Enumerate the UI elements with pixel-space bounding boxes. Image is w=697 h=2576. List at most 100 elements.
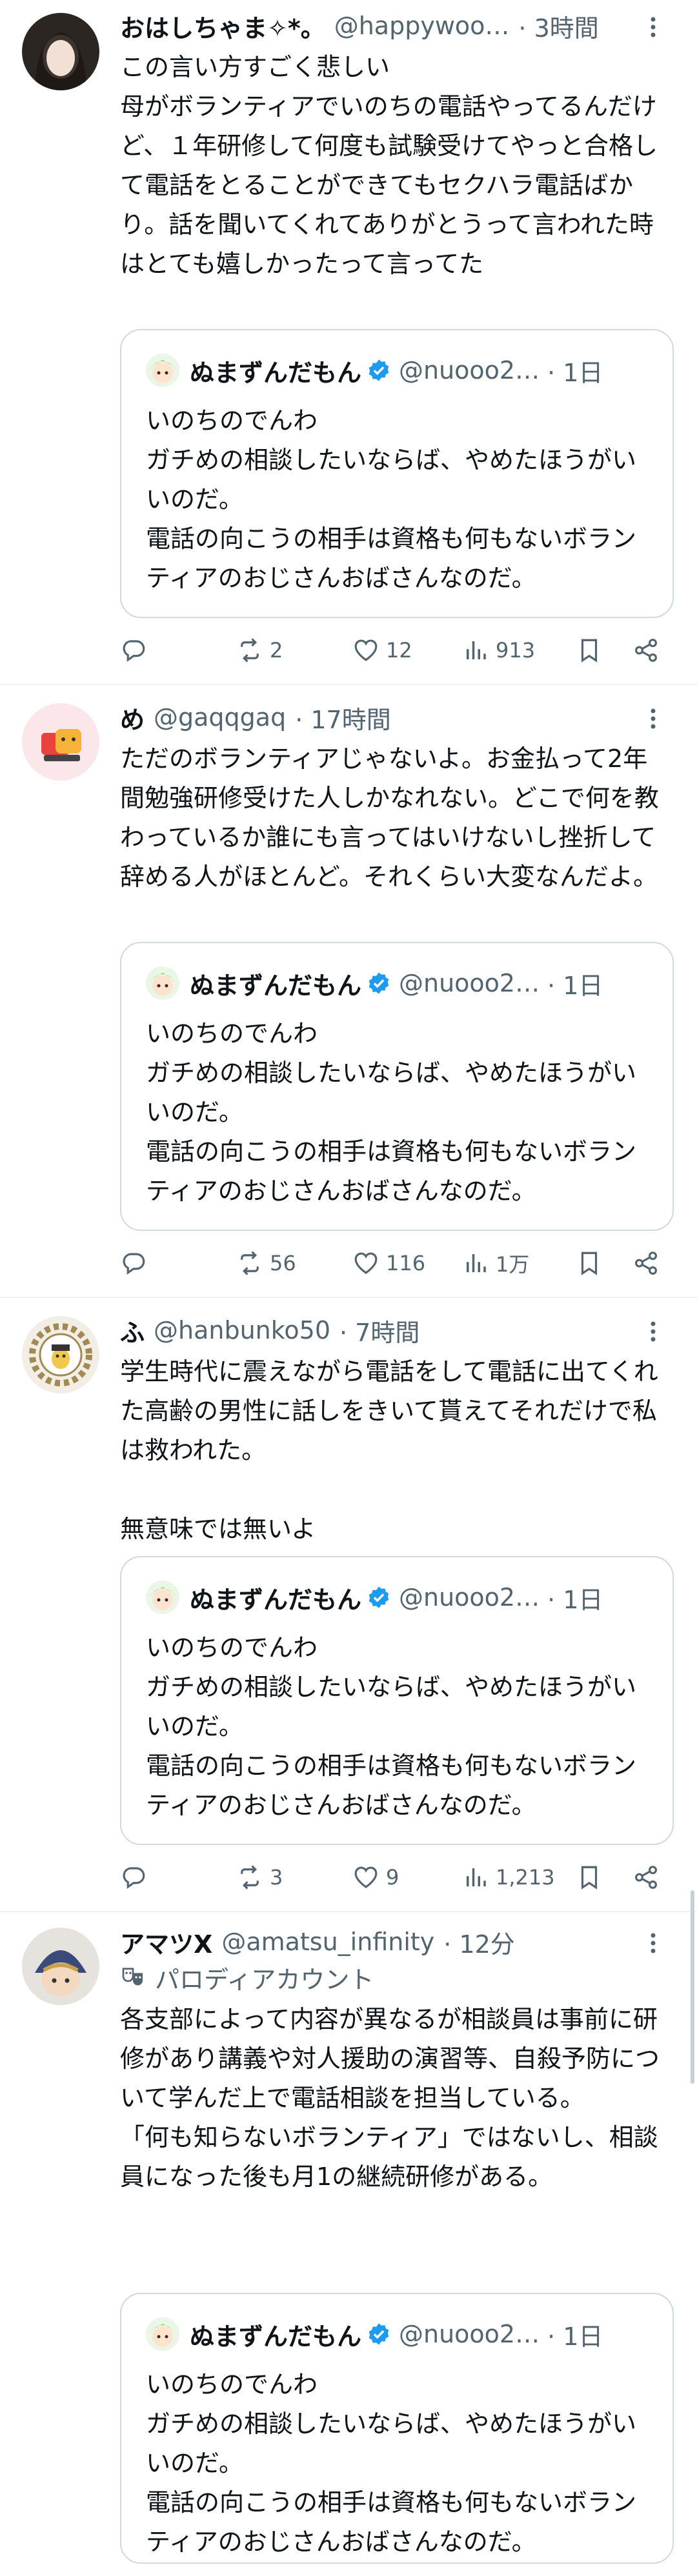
action-bar: 56 116 1万	[120, 1244, 671, 1283]
like-icon	[354, 1252, 378, 1274]
post-header: め @gaqqgaq · 17時間	[120, 698, 671, 737]
like-button[interactable]: 116	[352, 1244, 425, 1283]
author-name[interactable]: め	[120, 700, 145, 735]
quote-time: · 1日	[547, 1585, 603, 1614]
author-name[interactable]: ふ	[120, 1313, 145, 1348]
like-button[interactable]: 12	[352, 631, 412, 670]
bookmark-icon	[581, 639, 598, 663]
share-icon	[635, 1252, 657, 1275]
reply-button[interactable]	[120, 631, 154, 670]
quoted-post[interactable]: ぬまずんだもん @nuooo2… · 1日 いのちのでんわ ガチめの相談したいな…	[120, 2293, 674, 2564]
more-icon[interactable]	[640, 706, 666, 732]
post-header: ふ @hanbunko50 · 7時間	[120, 1311, 671, 1350]
like-icon	[354, 639, 378, 661]
views-button[interactable]: 1,213	[462, 1858, 555, 1897]
views-icon	[467, 1254, 486, 1272]
reply-button[interactable]	[120, 1244, 154, 1283]
quote-author-handle: @nuooo2…	[399, 1583, 540, 1612]
post-header: おはしちゃま✧*。 @happywoo… · 3時間	[120, 6, 671, 45]
bookmark-icon	[581, 1252, 598, 1275]
verified-icon	[369, 1586, 389, 1608]
post-3[interactable]: ふ @hanbunko50 · 7時間 学生時代に震えながら電話をして電話に出て…	[0, 1298, 697, 1912]
reply-icon	[123, 1253, 145, 1275]
post-1[interactable]: おはしちゃま✧*。 @happywoo… · 3時間 この言い方すごく悲しい 母…	[0, 0, 697, 685]
author-handle[interactable]: @happywoo…	[334, 12, 510, 40]
post-text: この言い方すごく悲しい 母がボランティアでいのちの電話やってるんだけど、１年研修…	[120, 53, 658, 278]
quote-header: ぬまずんだもん @nuooo2… · 1日	[146, 354, 603, 387]
share-button[interactable]	[632, 1244, 660, 1283]
quoted-post[interactable]: ぬまずんだもん @nuooo2… · 1日 いのちのでんわ ガチめの相談したいな…	[120, 329, 674, 618]
views-button[interactable]: 913	[462, 631, 535, 670]
author-name[interactable]: おはしちゃま✧*。	[120, 8, 325, 44]
share-icon	[635, 639, 657, 662]
quote-author-handle: @nuooo2…	[399, 356, 540, 384]
author-name[interactable]: アマツX	[120, 1924, 212, 1960]
repost-count: 2	[270, 638, 283, 663]
quote-text: いのちのでんわ ガチめの相談したいならば、やめたほうがいいのだ。 電話の向こうの…	[146, 2370, 637, 2556]
scrollbar[interactable]	[691, 1890, 694, 2084]
post-time[interactable]: · 3時間	[518, 8, 598, 44]
bookmark-button[interactable]	[576, 631, 603, 670]
quote-avatar	[146, 2317, 179, 2351]
like-count: 116	[386, 1251, 426, 1275]
avatar[interactable]	[22, 1316, 99, 1393]
more-icon[interactable]	[640, 1319, 666, 1344]
quote-author-name: ぬまずんだもん	[190, 358, 362, 387]
author-handle[interactable]: @hanbunko50	[154, 1316, 330, 1344]
avatar-image	[22, 13, 99, 90]
parody-badge: パロディアカウント	[120, 1961, 374, 1994]
action-bar: 2 12 913	[120, 631, 671, 670]
parody-label: パロディアカウント	[155, 1965, 374, 1994]
repost-button[interactable]: 3	[236, 1858, 283, 1897]
views-icon	[467, 641, 486, 659]
quote-author-name: ぬまずんだもん	[190, 1585, 362, 1614]
quote-avatar	[146, 354, 179, 387]
parody-mask-icon	[122, 1968, 143, 1986]
views-count: 1,213	[496, 1865, 555, 1890]
quote-text: いのちのでんわ ガチめの相談したいならば、やめたほうがいいのだ。 電話の向こうの…	[146, 406, 637, 592]
share-button[interactable]	[632, 1858, 660, 1897]
reply-button[interactable]	[120, 1858, 154, 1897]
quote-header: ぬまずんだもん @nuooo2… · 1日	[146, 1581, 603, 1614]
repost-icon	[241, 1251, 259, 1275]
quote-time: · 1日	[547, 2322, 603, 2351]
quote-header: ぬまずんだもん @nuooo2… · 1日	[146, 966, 603, 1000]
views-count: 1万	[496, 1252, 530, 1277]
quote-text: いのちのでんわ ガチめの相談したいならば、やめたほうがいいのだ。 電話の向こうの…	[146, 1633, 637, 1819]
quoted-post[interactable]: ぬまずんだもん @nuooo2… · 1日 いのちのでんわ ガチめの相談したいな…	[120, 942, 674, 1231]
repost-button[interactable]: 56	[236, 1244, 296, 1283]
quote-time: · 1日	[547, 971, 603, 1000]
quote-author-name: ぬまずんだもん	[190, 971, 362, 1000]
avatar[interactable]	[22, 1928, 99, 2005]
post-2[interactable]: め @gaqqgaq · 17時間 ただのボランティアじゃないよ。お金払って2年…	[0, 685, 697, 1298]
repost-icon	[241, 1865, 259, 1890]
like-count: 12	[386, 638, 412, 663]
share-icon	[635, 1866, 657, 1889]
author-handle[interactable]: @amatsu_infinity	[221, 1928, 434, 1956]
views-count: 913	[496, 638, 536, 663]
post-text: 学生時代に震えながら電話をして電話に出てくれた高齢の男性に話しをきいて貰えてそれ…	[120, 1357, 658, 1543]
post-time[interactable]: · 7時間	[339, 1313, 419, 1348]
quoted-post[interactable]: ぬまずんだもん @nuooo2… · 1日 いのちのでんわ ガチめの相談したいな…	[120, 1556, 674, 1845]
post-text: ただのボランティアじゃないよ。お金払って2年間勉強研修受けた人しかなれない。どこ…	[120, 744, 659, 891]
repost-count: 3	[270, 1865, 283, 1890]
like-button[interactable]: 9	[352, 1858, 399, 1897]
bookmark-button[interactable]	[576, 1244, 603, 1283]
more-icon[interactable]	[640, 1930, 666, 1956]
post-time[interactable]: · 17時間	[295, 700, 391, 735]
post-4[interactable]: アマツX @amatsu_infinity · 12分 パロディアカウント 各支…	[0, 1912, 697, 2576]
verified-icon	[369, 972, 389, 994]
views-button[interactable]: 1万	[462, 1244, 529, 1283]
bookmark-button[interactable]	[576, 1858, 603, 1897]
share-button[interactable]	[632, 631, 660, 670]
avatar[interactable]	[22, 703, 99, 781]
author-handle[interactable]: @gaqqgaq	[154, 703, 286, 732]
avatar[interactable]	[22, 13, 99, 90]
repost-button[interactable]: 2	[236, 631, 283, 670]
like-icon	[354, 1866, 378, 1888]
post-time[interactable]: · 12分	[443, 1924, 515, 1960]
more-icon[interactable]	[640, 14, 666, 40]
repost-count: 56	[270, 1251, 296, 1275]
avatar-image	[22, 1316, 99, 1393]
quote-header: ぬまずんだもん @nuooo2… · 1日	[146, 2317, 603, 2351]
